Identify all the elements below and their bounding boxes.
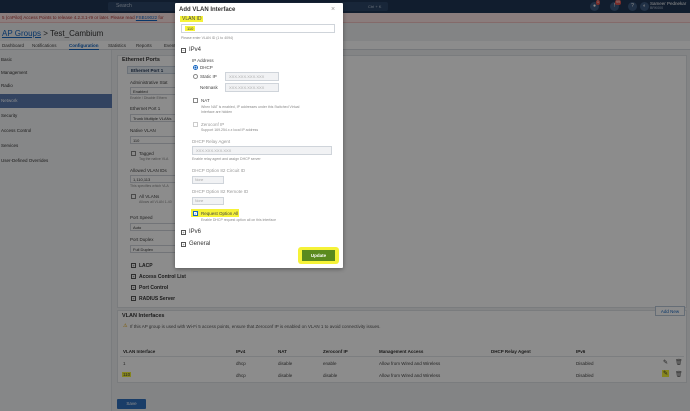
- circuit-id-label: DHCP Option 82 Circuit ID: [192, 168, 246, 173]
- remote-id-select[interactable]: None: [192, 197, 224, 205]
- zeroconf-help: Support 169.254.x.x local IP address: [201, 128, 259, 132]
- nat-help: When NAT is enabled, IP addresses under …: [201, 105, 300, 109]
- accordion-ipv4[interactable]: IPv4: [189, 47, 201, 53]
- nat-checkbox[interactable]: [193, 98, 198, 103]
- accordion-general[interactable]: General: [189, 241, 210, 247]
- netmask-input[interactable]: XXX.XXX.XXX.XXX: [225, 83, 279, 92]
- dhcp-radio[interactable]: [193, 65, 198, 70]
- relay-input[interactable]: XXX.XXX.XXX.XXX: [192, 146, 332, 155]
- minus-icon[interactable]: −: [181, 48, 186, 53]
- accordion-ipv6[interactable]: IPv6: [189, 229, 201, 235]
- zeroconf-checkbox[interactable]: [193, 122, 198, 127]
- plus-icon[interactable]: +: [181, 230, 186, 235]
- ip-address-label: IP Address: [192, 58, 214, 63]
- vlan-id-value: 110: [185, 26, 196, 31]
- relay-help: Enable relay agent and assign DHCP serve…: [192, 157, 261, 161]
- relay-label: DHCP Relay Agent: [192, 139, 231, 144]
- static-ip-label: Static IP: [200, 74, 217, 79]
- dhcp-label: DHCP: [200, 65, 213, 70]
- nat-help-2: Interface are hidden: [201, 110, 233, 114]
- netmask-label: Netmask: [200, 85, 218, 90]
- modal-title: Add VLAN Interface: [179, 7, 236, 13]
- request-option-checkbox[interactable]: ✓: [193, 211, 198, 216]
- vlan-id-label: VLAN ID: [180, 16, 204, 22]
- zeroconf-label: Zeroconf IP: [201, 122, 225, 127]
- request-option-help: Enable DHCP request option all on this i…: [201, 218, 277, 222]
- vlan-id-help: Please enter VLAN ID (1 to 4094): [181, 36, 234, 40]
- modal-overlay: [0, 0, 690, 411]
- static-ip-input[interactable]: XXX.XXX.XXX.XXX: [225, 72, 279, 81]
- vlan-id-input[interactable]: 110: [181, 24, 335, 33]
- close-icon[interactable]: ×: [331, 6, 335, 13]
- circuit-id-select[interactable]: None: [192, 176, 224, 184]
- plus-icon[interactable]: +: [181, 242, 186, 247]
- static-ip-radio[interactable]: [193, 74, 198, 79]
- request-option-label: Request Option All: [201, 211, 239, 216]
- nat-label: NAT: [201, 98, 210, 103]
- update-button[interactable]: Update: [302, 250, 335, 261]
- remote-id-label: DHCP Option 82 Remote ID: [192, 189, 249, 194]
